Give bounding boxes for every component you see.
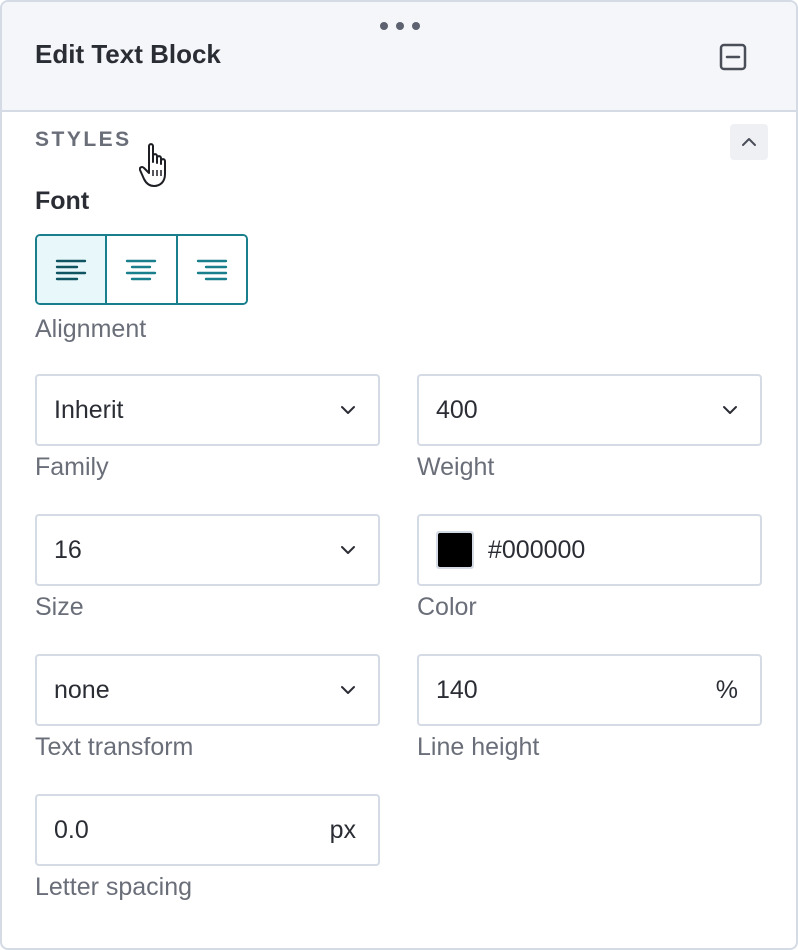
chevron-down-icon xyxy=(341,546,355,554)
color-label: Color xyxy=(417,593,477,621)
line-height-label: Line height xyxy=(417,733,540,761)
alignment-label: Alignment xyxy=(35,315,147,343)
align-left-button[interactable] xyxy=(37,236,106,303)
align-right-button[interactable] xyxy=(175,236,246,303)
size-value: 16 xyxy=(54,535,82,564)
letter-spacing-unit: px xyxy=(329,815,356,844)
hand-pointer-icon xyxy=(139,143,166,187)
letter-spacing-label: Letter spacing xyxy=(35,873,193,901)
color-value: #000000 xyxy=(488,535,586,564)
color-swatch[interactable] xyxy=(436,531,474,569)
text-transform-label: Text transform xyxy=(35,733,194,761)
line-height-unit: % xyxy=(715,675,738,704)
letter-spacing-input[interactable]: 0.0 px xyxy=(35,794,380,866)
drag-handle-icon[interactable] xyxy=(380,20,420,32)
line-height-value: 140 xyxy=(436,675,478,704)
family-label: Family xyxy=(35,453,109,481)
weight-value: 400 xyxy=(436,395,478,424)
align-center-icon xyxy=(126,259,157,280)
chevron-down-icon xyxy=(341,406,355,414)
letter-spacing-value: 0.0 xyxy=(54,815,89,844)
text-transform-value: none xyxy=(54,675,110,704)
weight-label: Weight xyxy=(417,453,495,481)
family-value: Inherit xyxy=(54,395,124,424)
weight-select[interactable]: 400 xyxy=(417,374,762,446)
align-left-icon xyxy=(55,259,87,280)
alignment-toggle-group xyxy=(35,234,248,305)
font-heading: Font xyxy=(35,187,90,215)
text-transform-select[interactable]: none xyxy=(35,654,380,726)
color-field[interactable]: #000000 xyxy=(417,514,762,586)
size-label: Size xyxy=(35,593,84,621)
align-right-icon xyxy=(196,259,228,280)
panel-header: Edit Text Block xyxy=(2,2,796,112)
collapse-panel-button[interactable] xyxy=(718,42,748,72)
size-select[interactable]: 16 xyxy=(35,514,380,586)
panel-title: Edit Text Block xyxy=(35,39,221,69)
edit-text-block-panel: Edit Text Block STYLES Font Alignment In… xyxy=(0,0,798,950)
styles-section-label[interactable]: STYLES xyxy=(35,128,132,152)
family-select[interactable]: Inherit xyxy=(35,374,380,446)
collapse-styles-button[interactable] xyxy=(730,124,768,160)
minus-square-icon xyxy=(719,43,747,71)
line-height-input[interactable]: 140 % xyxy=(417,654,762,726)
align-center-button[interactable] xyxy=(105,236,176,303)
chevron-down-icon xyxy=(341,686,355,694)
chevron-down-icon xyxy=(723,406,737,414)
chevron-up-icon xyxy=(742,138,756,146)
